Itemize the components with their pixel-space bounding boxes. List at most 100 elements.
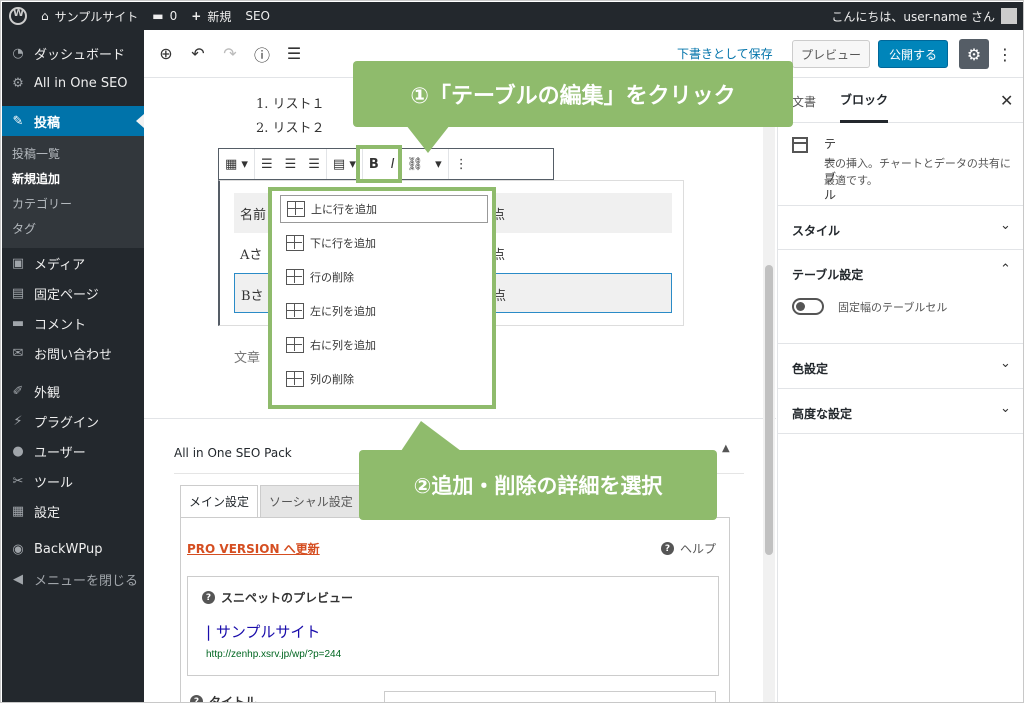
sidebar-item-dashboard[interactable]: ◔ ダッシュボード: [2, 38, 144, 68]
snippet-heading-label: スニペットのプレビュー: [221, 591, 354, 605]
fixed-width-toggle[interactable]: [792, 298, 824, 315]
new-content-link[interactable]: + 新規: [184, 2, 238, 30]
delete-row-icon: [286, 269, 304, 285]
menu-item-label: 下に行を追加: [310, 237, 376, 250]
align-center-icon[interactable]: ☰: [279, 149, 303, 179]
paragraph-placeholder[interactable]: 文章: [234, 347, 260, 366]
sidebar-item-label: メディア: [34, 257, 86, 273]
insert-column-before-icon: [286, 303, 304, 319]
menu-item-label: 上に行を追加: [311, 203, 377, 216]
seo-tabs: メイン設定 ソーシャル設定: [180, 485, 364, 518]
info-icon[interactable]: ⓘ: [246, 38, 278, 70]
sidebar-item-appearance[interactable]: ✐ 外観: [2, 376, 144, 406]
site-name-link[interactable]: ⌂ サンプルサイト: [34, 2, 145, 30]
sidebar-item-label: 外観: [34, 385, 61, 401]
help-link[interactable]: ? ヘルプ: [661, 540, 716, 557]
close-icon[interactable]: ✕: [1000, 91, 1013, 110]
mail-icon: ✉: [12, 345, 24, 361]
help-icon[interactable]: ?: [190, 695, 203, 702]
comment-bubble-icon: ▬: [152, 9, 164, 23]
sidebar-item-pages[interactable]: ▤ 固定ページ: [2, 278, 144, 308]
chevron-down-icon: ⌄: [1000, 401, 1011, 416]
submenu-add-new[interactable]: 新規追加: [2, 167, 144, 192]
publish-button[interactable]: 公開する: [878, 40, 948, 68]
seo-label: SEO: [245, 9, 270, 23]
list-item: 2. リスト２: [256, 121, 325, 136]
sidebar-item-contact[interactable]: ✉ お問い合わせ: [2, 338, 144, 368]
redo-icon[interactable]: ↷: [214, 38, 246, 70]
metabox-divider: [144, 418, 776, 419]
table-block-type-icon[interactable]: ▦ ▾: [219, 149, 254, 179]
insert-row-after-item[interactable]: 下に行を追加: [280, 229, 488, 257]
pro-version-link[interactable]: PRO VERSION へ更新: [187, 540, 320, 557]
submenu-categories[interactable]: カテゴリー: [2, 192, 144, 217]
sidebar-item-backwpup[interactable]: ◉ BackWPup: [2, 534, 144, 564]
help-icon[interactable]: ?: [202, 591, 215, 604]
undo-icon[interactable]: ↶: [182, 38, 214, 70]
table-cell[interactable]: 名前: [240, 204, 266, 223]
table-cell[interactable]: Aさ: [240, 244, 262, 263]
seo-metabox-title[interactable]: All in One SEO Pack: [174, 446, 292, 460]
posts-submenu: 投稿一覧 新規追加 カテゴリー タグ: [2, 136, 144, 248]
tab-main-settings[interactable]: メイン設定: [180, 485, 259, 518]
wordpress-logo[interactable]: [2, 2, 34, 30]
tab-document[interactable]: 文書: [792, 79, 816, 123]
more-options-icon[interactable]: ⋮: [996, 39, 1014, 69]
collapse-caret-icon[interactable]: ▲: [722, 443, 730, 454]
panel-title: スタイル: [792, 224, 841, 238]
panel-advanced[interactable]: 高度な設定 ⌄: [778, 389, 1023, 434]
sidebar-item-posts[interactable]: ✎ 投稿: [2, 106, 144, 136]
list-block[interactable]: 1. リスト１ 2. リスト２: [256, 93, 325, 141]
submenu-tags[interactable]: タグ: [2, 217, 144, 242]
sidebar-item-plugins[interactable]: ⚡ プラグイン: [2, 406, 144, 436]
outline-icon[interactable]: ☰: [278, 38, 310, 70]
table-cell[interactable]: Bさ: [241, 285, 264, 304]
sidebar-item-tools[interactable]: ✂ ツール: [2, 466, 144, 496]
scroll-thumb[interactable]: [765, 265, 773, 555]
seo-link[interactable]: SEO: [238, 2, 277, 30]
user-account-link[interactable]: こんにちは、user-name さん: [824, 2, 1023, 30]
tab-social-settings[interactable]: ソーシャル設定: [260, 485, 362, 518]
comments-link[interactable]: ▬ 0: [145, 2, 184, 30]
panel-title: テーブル設定: [792, 268, 864, 282]
align-right-icon[interactable]: ☰: [302, 149, 326, 179]
panel-style[interactable]: スタイル ⌄: [778, 205, 1023, 250]
seo-title-input[interactable]: [384, 691, 716, 702]
submenu-all-posts[interactable]: 投稿一覧: [2, 142, 144, 167]
menu-item-label: 右に列を追加: [310, 339, 376, 352]
settings-gear-icon[interactable]: ⚙: [959, 39, 989, 69]
sidebar-item-collapse-menu[interactable]: ◀ メニューを閉じる: [2, 564, 144, 594]
callout-step2: ②追加・削除の詳細を選択: [359, 450, 717, 520]
sidebar-item-users[interactable]: ● ユーザー: [2, 436, 144, 466]
plus-icon: +: [191, 9, 202, 23]
save-draft-link[interactable]: 下書きとして保存: [677, 45, 773, 62]
delete-column-item[interactable]: 列の削除: [280, 365, 488, 393]
preview-button[interactable]: プレビュー: [792, 40, 870, 68]
more-formatting-icon[interactable]: ▾: [429, 149, 448, 179]
sidebar-item-comments[interactable]: ▬ コメント: [2, 308, 144, 338]
insert-row-after-icon: [286, 235, 304, 251]
sidebar-item-label: 設定: [34, 505, 61, 521]
insert-column-after-icon: [286, 337, 304, 353]
block-more-options-icon[interactable]: ⋮: [449, 149, 474, 179]
sidebar-item-all-in-one-seo[interactable]: ⚙ All in One SEO: [2, 68, 144, 98]
delete-row-item[interactable]: 行の削除: [280, 263, 488, 291]
editor-scrollbar[interactable]: [763, 79, 775, 702]
sidebar-item-label: プラグイン: [34, 415, 100, 431]
panel-color-settings[interactable]: 色設定 ⌄: [778, 344, 1023, 389]
insert-row-before-item[interactable]: 上に行を追加: [280, 195, 488, 223]
table-icon: [792, 137, 808, 153]
insert-row-before-icon: [287, 201, 305, 217]
align-left-icon[interactable]: ☰: [255, 149, 279, 179]
list-item-text: リスト２: [272, 121, 325, 136]
insert-column-before-item[interactable]: 左に列を追加: [280, 297, 488, 325]
panel-table-settings[interactable]: テーブル設定 ⌃ 固定幅のテーブルセル: [778, 250, 1023, 344]
sidebar-item-settings[interactable]: ▦ 設定: [2, 496, 144, 526]
sidebar-item-media[interactable]: ▣ メディア: [2, 248, 144, 278]
insert-column-after-item[interactable]: 右に列を追加: [280, 331, 488, 359]
snippet-preview: ? スニペットのプレビュー | サンプルサイト http://zenhp.xsrv…: [187, 576, 719, 676]
chevron-down-icon: ⌄: [1000, 356, 1011, 371]
link-icon[interactable]: ⛓: [401, 149, 430, 179]
tab-block[interactable]: ブロック: [840, 79, 889, 123]
add-block-icon[interactable]: ⊕: [150, 38, 182, 70]
